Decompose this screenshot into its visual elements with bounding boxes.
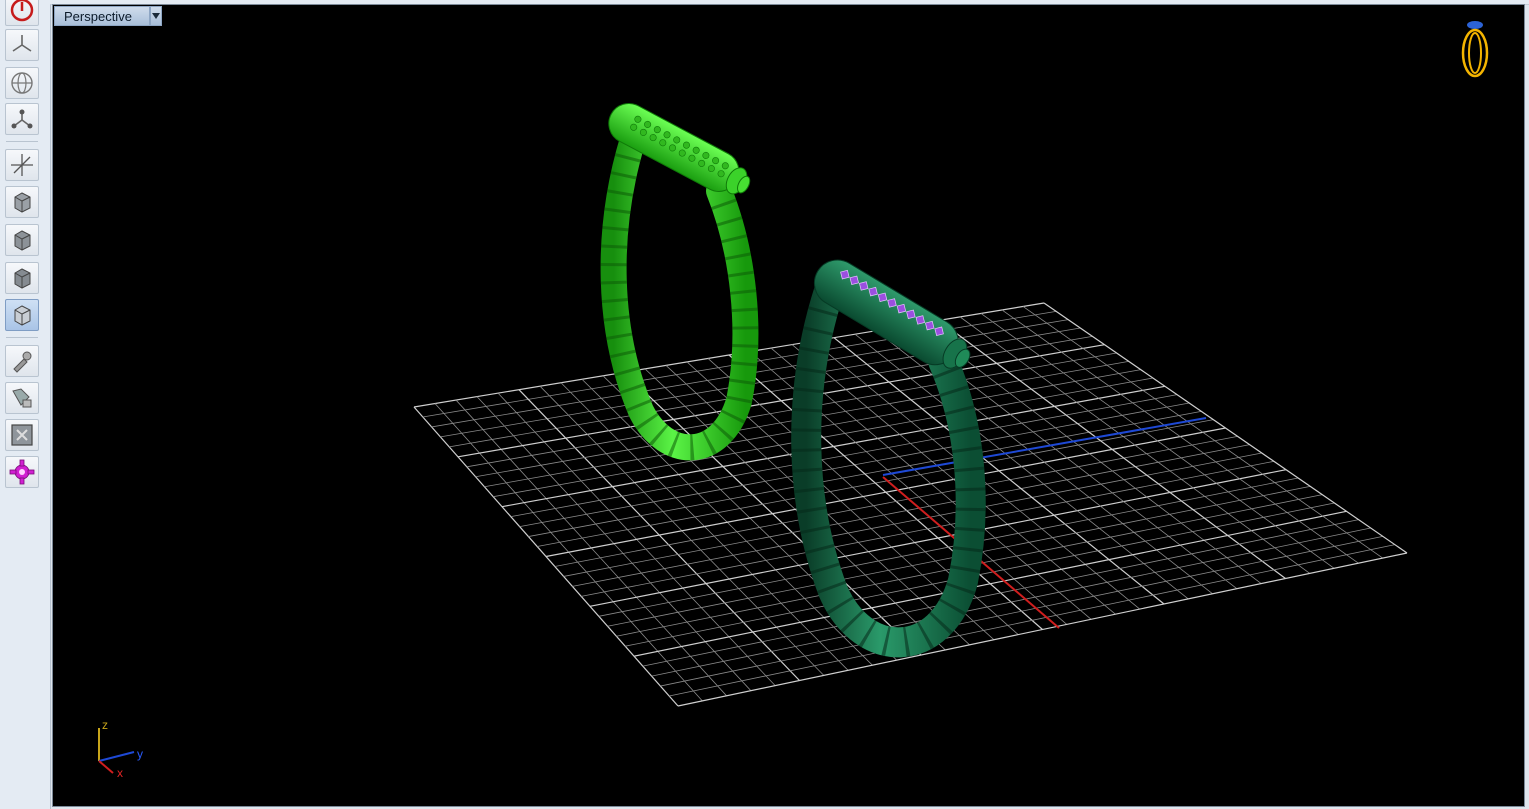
- z-axis-label: z: [102, 718, 108, 732]
- globe-button[interactable]: [5, 67, 39, 99]
- y-axis-line: [882, 417, 1207, 476]
- cube-iso-button[interactable]: [5, 299, 39, 331]
- power-button[interactable]: [5, 0, 39, 26]
- grid-line: [660, 535, 1383, 687]
- grid-line: [572, 452, 1262, 587]
- power-icon: [10, 0, 34, 22]
- cube-iso-icon: [14, 305, 31, 326]
- ring-handle-bright-green[interactable]: [600, 96, 759, 461]
- toolbar-separator: [6, 141, 38, 142]
- grid-line: [669, 544, 1395, 697]
- paint-icon: [12, 388, 32, 408]
- cube-front-button[interactable]: [5, 186, 39, 218]
- nodes-button[interactable]: [5, 103, 39, 135]
- view-toolbar: [0, 0, 51, 809]
- 3d-viewport[interactable]: Perspective z y x: [52, 4, 1525, 807]
- toolbar-separator: [6, 337, 38, 338]
- ring-logo-icon: [1461, 21, 1489, 78]
- cube-back-icon: [14, 268, 31, 289]
- nodes-icon: [11, 109, 33, 129]
- grid-line: [1022, 306, 1383, 559]
- grid-line: [633, 510, 1347, 657]
- cube-back-button[interactable]: [5, 262, 39, 294]
- eyedropper-icon: [13, 351, 32, 373]
- paint-button[interactable]: [5, 382, 39, 414]
- grid-line: [938, 319, 1286, 579]
- scene-canvas: z y x: [98, 21, 1489, 780]
- grid-line: [1043, 302, 1408, 554]
- fit-view-icon: [11, 424, 33, 446]
- fit-view-button[interactable]: [5, 419, 39, 451]
- axis-move-icon: [11, 154, 33, 176]
- cube-side-button[interactable]: [5, 224, 39, 256]
- grid-line: [677, 552, 1408, 707]
- cube-side-icon: [14, 230, 31, 251]
- top-view-icon: [12, 35, 32, 52]
- axis-move-button[interactable]: [5, 149, 39, 181]
- grid-line: [1001, 309, 1359, 564]
- gear-icon: [9, 459, 35, 485]
- x-axis-label: x: [117, 766, 123, 780]
- grid-line: [959, 316, 1311, 574]
- y-axis-label: y: [137, 747, 143, 761]
- cube-front-icon: [14, 192, 31, 213]
- grid-line: [581, 460, 1274, 597]
- grid-line: [642, 519, 1359, 667]
- gear-button[interactable]: [5, 456, 39, 488]
- eyedropper-button[interactable]: [5, 345, 39, 377]
- globe-icon: [11, 72, 33, 94]
- top-view-button[interactable]: [5, 29, 39, 61]
